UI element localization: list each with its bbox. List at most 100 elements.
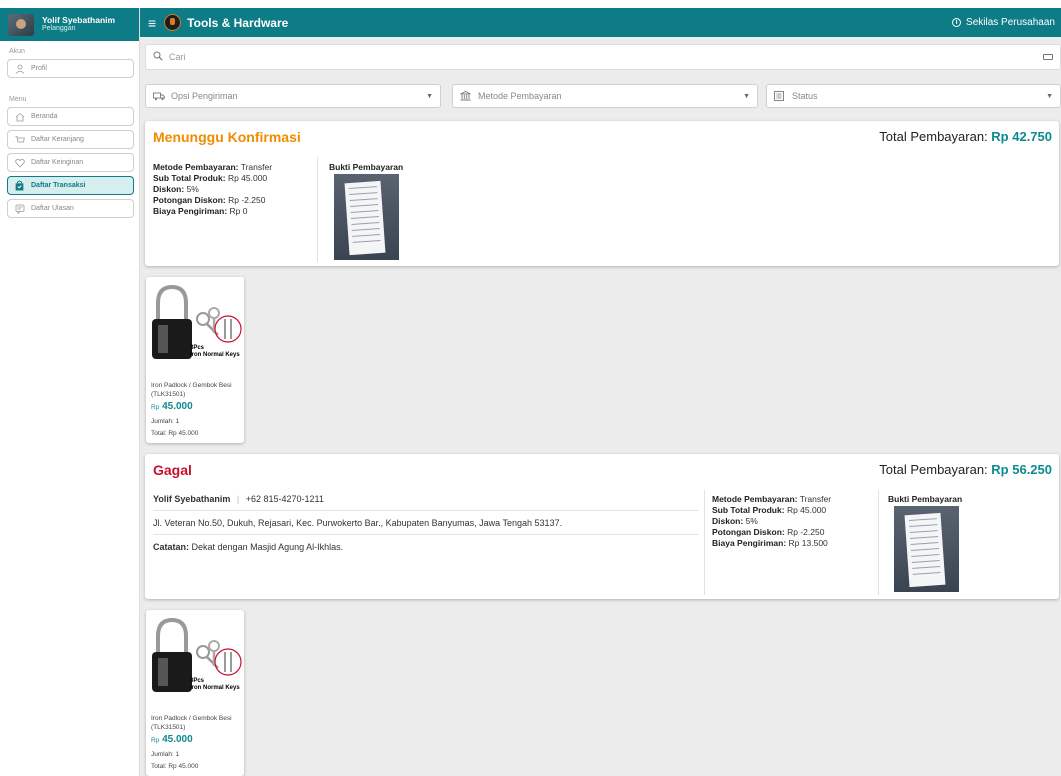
subtotal-value: Rp 45.000 [227,173,268,183]
sidebar-item-label: Daftar Keranjang [31,136,84,143]
chevron-down-icon: ▼ [426,92,433,100]
chevron-down-icon: ▼ [1046,92,1053,100]
product-quantity: Jumlah: 1 [151,751,180,758]
note-value: Dekat dengan Masjid Agung Al-Ikhlas. [191,542,344,552]
app-bar: ≡ Tools & Hardware i Sekilas Perusahaan [140,8,1061,37]
about-company-link[interactable]: i Sekilas Perusahaan [952,17,1055,28]
product-card[interactable]: 3Pcs Iron Normal Keys Iron Padlock / Gem… [146,610,244,776]
product-name: Iron Padlock / Gembok Besi (TLK31501) [151,715,232,731]
payment-proof-image[interactable] [334,174,399,260]
divider [878,490,879,595]
keyboard-icon[interactable] [1043,54,1053,60]
chevron-down-icon: ▼ [743,92,750,100]
divider [704,490,705,595]
sidebar-item-beranda[interactable]: Beranda [7,107,134,126]
note-label: Catatan: [153,542,190,552]
order-note: Catatan: Dekat dengan Masjid Agung Al-Ik… [153,542,343,552]
total-amount: Rp 56.250 [991,462,1052,477]
sidebar-item-transaksi[interactable]: Daftar Transaksi [7,176,134,195]
payment-details: Metode Pembayaran: Transfer Sub Total Pr… [712,494,831,549]
status-filter-label: Status [792,91,818,101]
proof-label: Bukti Pembayaran [329,162,404,172]
transaction-card[interactable]: Gagal Total Pembayaran: Rp 56.250 Yolif … [145,454,1059,599]
total-payment: Total Pembayaran: Rp 56.250 [879,462,1052,477]
divider [153,510,699,511]
customer-name: Yolif Syebathanim [153,494,231,504]
info-icon: i [952,18,962,27]
image-caption: Iron Normal Keys [190,352,240,358]
search-input[interactable] [169,52,1043,62]
product-name: Iron Padlock / Gembok Besi (TLK31501) [151,382,232,398]
subtotal-value: Rp 45.000 [786,505,827,515]
sidebar: Yolif Syebathanim Pelanggan Akun Profil … [0,8,140,776]
divider [153,534,699,535]
truck-icon [153,91,165,101]
user-info: Yolif Syebathanim Pelanggan [42,16,115,32]
payment-filter-label: Metode Pembayaran [478,91,562,101]
menu-icon[interactable]: ≡ [148,16,156,30]
shipping-cost-value: Rp 13.500 [788,538,828,548]
discount-label: Diskon: [712,516,744,526]
cart-icon [14,134,25,145]
method-label: Metode Pembayaran: [153,162,239,172]
list-icon [774,91,786,101]
user-header[interactable]: Yolif Syebathanim Pelanggan [0,8,139,41]
status-filter[interactable]: Status ▼ [766,84,1061,108]
bank-icon [460,91,472,101]
payment-details: Metode Pembayaran: Transfer Sub Total Pr… [153,162,272,217]
section-menu-label: Menu [9,96,27,103]
method-value: Transfer [799,494,832,504]
image-caption: 3Pcs [190,678,205,684]
sidebar-item-label: Daftar Keinginan [31,159,84,166]
padlock-image: 3Pcs Iron Normal Keys [152,617,242,692]
total-amount: Rp 42.750 [991,129,1052,144]
subtotal-label: Sub Total Produk: [153,173,226,183]
shipping-cost-value: Rp 0 [229,206,248,216]
avatar [8,13,34,36]
payment-filter[interactable]: Metode Pembayaran ▼ [452,84,758,108]
product-quantity: Jumlah: 1 [151,418,180,425]
method-value: Transfer [240,162,273,172]
method-label: Metode Pembayaran: [712,494,798,504]
product-price: Rp 45.000 [151,734,193,745]
sidebar-item-label: Daftar Ulasan [31,205,74,212]
user-icon [14,63,25,74]
sidebar-item-ulasan[interactable]: Daftar Ulasan [7,199,134,218]
sidebar-item-keinginan[interactable]: Daftar Keinginan [7,153,134,172]
bag-icon [14,180,25,191]
product-total: Total: Rp 45.000 [151,763,199,770]
image-caption: 3Pcs [190,345,205,351]
heart-icon [14,157,25,168]
section-account-label: Akun [9,48,25,55]
sidebar-item-keranjang[interactable]: Daftar Keranjang [7,130,134,149]
image-caption: Iron Normal Keys [190,685,240,691]
sidebar-item-label: Profil [31,65,47,72]
total-payment: Total Pembayaran: Rp 42.750 [879,129,1052,144]
discount-cut-value: Rp -2.250 [787,527,825,537]
search-bar [145,44,1061,70]
subtotal-label: Sub Total Produk: [712,505,785,515]
discount-value: 5% [745,516,758,526]
sidebar-item-profile[interactable]: Profil [7,59,134,78]
discount-cut-label: Potongan Diskon: [153,195,226,205]
currency: Rp [151,737,160,744]
discount-cut-value: Rp -2.250 [228,195,266,205]
status-title: Menunggu Konfirmasi [153,129,301,145]
about-label: Sekilas Perusahaan [966,17,1055,28]
proof-label: Bukti Pembayaran [888,494,963,504]
payment-proof-image[interactable] [894,506,959,592]
discount-cut-label: Potongan Diskon: [712,527,785,537]
search-icon [153,48,163,66]
shipping-filter-label: Opsi Pengiriman [171,91,238,101]
discount-label: Diskon: [153,184,185,194]
customer-contact: Yolif Syebathanim | +62 815-4270-1211 [153,494,324,504]
customer-phone: +62 815-4270-1211 [245,494,324,504]
review-icon [14,203,25,214]
shipping-filter[interactable]: Opsi Pengiriman ▼ [145,84,441,108]
user-name: Yolif Syebathanim [42,15,116,26]
brand-logo [164,14,182,31]
transaction-card[interactable]: Menunggu Konfirmasi Total Pembayaran: Rp… [145,121,1059,266]
product-card[interactable]: 3Pcs Iron Normal Keys Iron Padlock / Gem… [146,277,244,443]
sidebar-item-label: Beranda [31,113,58,120]
status-title: Gagal [153,462,192,478]
